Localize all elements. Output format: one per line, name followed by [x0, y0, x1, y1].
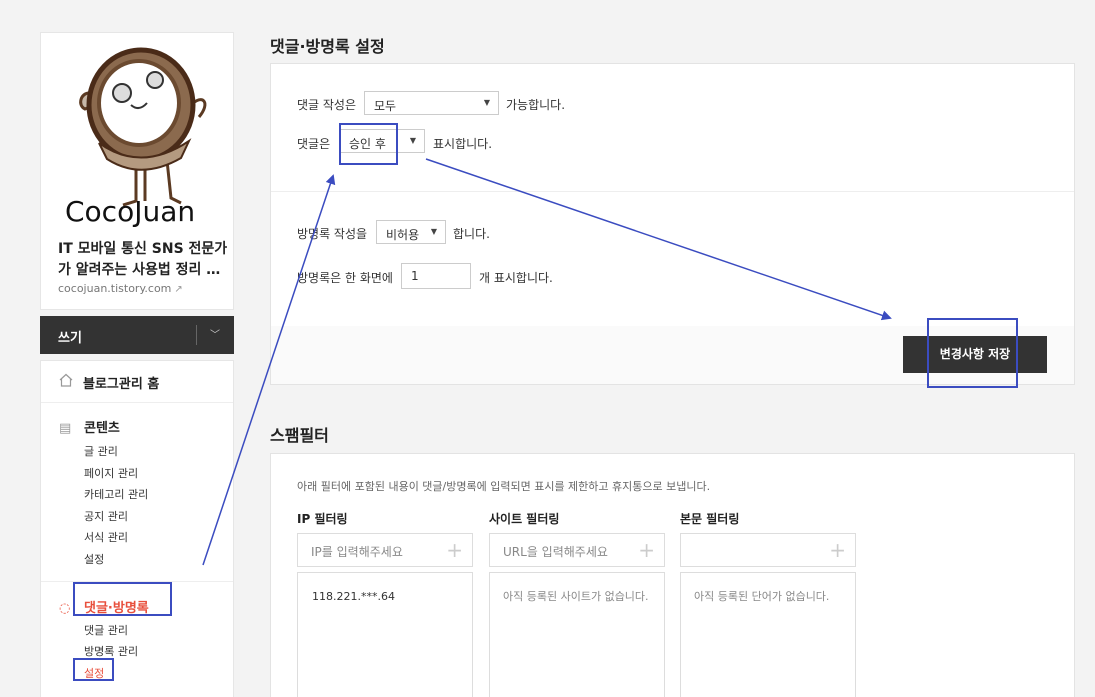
- annotation-arrows: [202, 158, 892, 566]
- annotation-arrow: [425, 158, 892, 321]
- annotation-arrow: [202, 174, 336, 566]
